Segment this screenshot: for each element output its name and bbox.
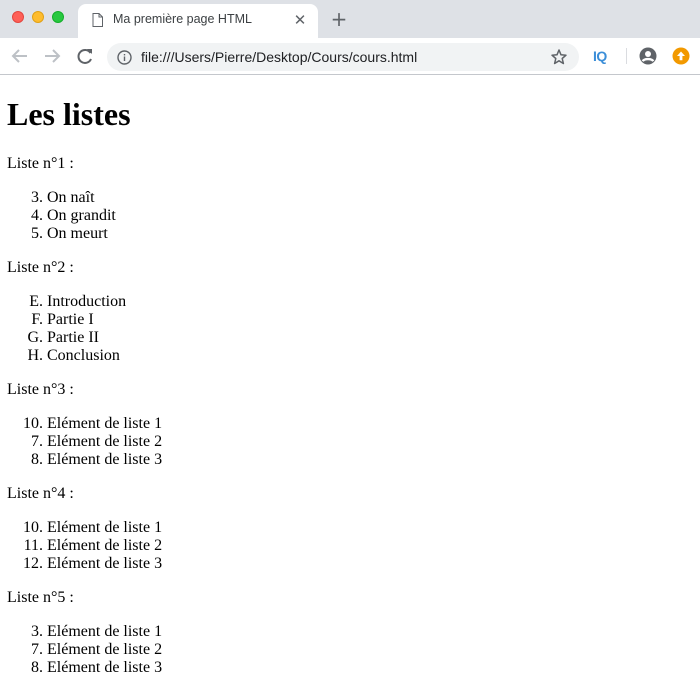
tab-active[interactable]: Ma première page HTML ✕ (78, 4, 318, 38)
list-item-text: Elément de liste 3 (47, 451, 163, 468)
zoom-window-button[interactable] (52, 11, 64, 23)
list-4-label: Liste n°4 : (7, 485, 74, 502)
list-item-text: Partie I (47, 311, 94, 328)
tab-title: Ma première page HTML (113, 12, 252, 26)
list-3-label: Liste n°3 : (7, 381, 74, 398)
profile-avatar-icon[interactable] (639, 47, 657, 65)
list-item-text: Partie II (47, 329, 99, 346)
list-marker: 11. (23, 537, 43, 554)
address-bar[interactable]: file:///Users/Pierre/Desktop/Cours/cours… (107, 43, 579, 71)
list-marker: 10. (23, 519, 43, 536)
list-5-label: Liste n°5 : (7, 589, 74, 606)
list-marker: 3. (31, 623, 43, 640)
page-heading: Les listes (7, 96, 131, 132)
list-item-text: Elément de liste 1 (47, 519, 163, 536)
minimize-window-button[interactable] (32, 11, 44, 23)
list-marker: 7. (31, 641, 43, 658)
list-item-text: Elément de liste 1 (47, 623, 163, 640)
list-marker: G. (27, 329, 43, 346)
update-available-icon[interactable] (672, 47, 690, 65)
list-item-text: Elément de liste 2 (47, 433, 163, 450)
tab-strip: Ma première page HTML ✕ + (0, 0, 700, 38)
list-marker: 5. (31, 225, 43, 242)
document-icon (92, 13, 103, 27)
url-text[interactable]: file:///Users/Pierre/Desktop/Cours/cours… (141, 49, 417, 65)
close-window-button[interactable] (12, 11, 24, 23)
reload-icon[interactable] (74, 46, 96, 66)
list-1-label: Liste n°1 : (7, 155, 74, 172)
back-arrow-icon[interactable] (9, 46, 31, 66)
list-marker: 3. (31, 189, 43, 206)
list-item-text: On meurt (47, 225, 108, 242)
list-marker: F. (31, 311, 43, 328)
close-tab-icon[interactable]: ✕ (292, 12, 308, 28)
list-marker: 12. (23, 555, 43, 572)
list-item-text: Elément de liste 3 (47, 555, 163, 572)
list-item-text: On grandit (47, 207, 116, 224)
list-item-text: Elément de liste 1 (47, 415, 163, 432)
list-marker: H. (27, 347, 43, 364)
bookmark-star-icon[interactable] (550, 48, 568, 66)
list-item-text: Elément de liste 3 (47, 659, 163, 676)
new-tab-button[interactable]: + (329, 9, 349, 29)
forward-arrow-icon[interactable] (41, 46, 63, 66)
info-icon[interactable] (117, 50, 132, 65)
list-marker: 10. (23, 415, 43, 432)
list-item-text: On naît (47, 189, 95, 206)
list-item-text: Elément de liste 2 (47, 537, 163, 554)
list-marker: E. (29, 293, 43, 310)
extension-iq-button[interactable]: IQ (593, 48, 607, 64)
list-item-text: Introduction (47, 293, 127, 310)
page-content: Les listes Liste n°1 : 3. On naît 4. On gr… (0, 75, 700, 700)
list-2-label: Liste n°2 : (7, 259, 74, 276)
list-marker: 4. (31, 207, 43, 224)
list-item-text: Elément de liste 2 (47, 641, 163, 658)
list-marker: 8. (31, 451, 43, 468)
list-marker: 8. (31, 659, 43, 676)
list-marker: 7. (31, 433, 43, 450)
list-item-text: Conclusion (47, 347, 120, 364)
toolbar: file:///Users/Pierre/Desktop/Cours/cours… (0, 38, 700, 75)
toolbar-divider (626, 48, 627, 64)
